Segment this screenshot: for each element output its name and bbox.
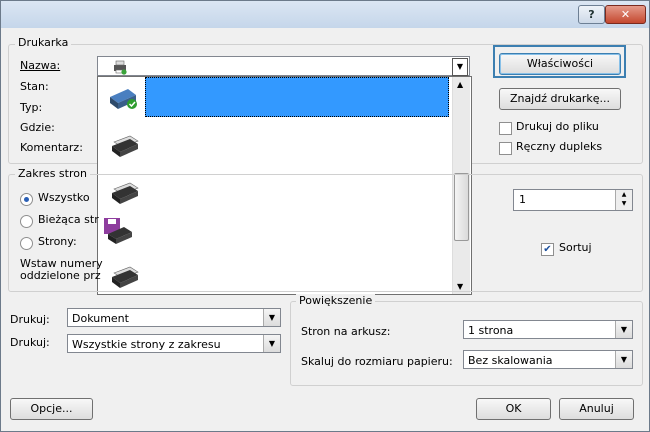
help-button[interactable]: ? [578, 5, 605, 24]
print-combo[interactable]: Wszystkie strony z zakresu ▼ [67, 334, 281, 353]
title-bar: ? ✕ [1, 1, 649, 28]
printer-icon [110, 89, 137, 109]
selection-highlight [145, 77, 449, 117]
options-button[interactable]: Opcje... [10, 398, 93, 420]
print-value: Wszystkie strony z zakresu [72, 338, 221, 351]
collate-checkbox[interactable]: ✔ [541, 243, 554, 256]
manual-duplex-checkbox[interactable] [499, 142, 512, 155]
copies-value: 1 [519, 193, 526, 206]
print-to-file-label: Drukuj do pliku [516, 120, 599, 133]
pages-per-sheet-value: 1 strona [468, 324, 514, 337]
all-pages-radio[interactable] [20, 193, 33, 206]
chevron-down-icon[interactable]: ▼ [263, 335, 280, 352]
print-label: Drukuj: [10, 336, 50, 349]
print-what-combo[interactable]: Dokument ▼ [67, 308, 281, 327]
spinner-arrows[interactable]: ▲ ▼ [615, 190, 632, 210]
close-button[interactable]: ✕ [605, 5, 646, 24]
printer-status-label: Stan: [20, 80, 49, 93]
print-dialog: ? ✕ Drukarka Nazwa: Stan: Typ: Gdzie: Ko… [0, 0, 650, 432]
printer-icon [114, 60, 127, 75]
current-page-radio[interactable] [20, 215, 33, 228]
zoom-group-title: Powiększenie [296, 294, 376, 307]
find-printer-button[interactable]: Znajdź drukarkę... [499, 88, 621, 110]
cancel-button[interactable]: Anuluj [559, 398, 634, 420]
scale-combo[interactable]: Bez skalowania ▼ [463, 350, 633, 369]
zoom-group [290, 301, 643, 386]
collate-label: Sortuj [559, 241, 592, 254]
chevron-down-icon[interactable]: ▼ [452, 58, 468, 76]
printer-list-item[interactable] [98, 126, 450, 166]
page-range-group-title: Zakres stron [15, 167, 90, 180]
print-what-label: Drukuj: [10, 313, 50, 326]
pages-per-sheet-combo[interactable]: 1 strona ▼ [463, 320, 633, 339]
printer-comment-label: Komentarz: [20, 141, 83, 154]
pages-radio[interactable] [20, 237, 33, 250]
printer-type-label: Typ: [20, 101, 43, 114]
pages-label: Strony: [38, 235, 77, 248]
scale-value: Bez skalowania [468, 354, 553, 367]
printer-name-combo[interactable]: ▼ [97, 56, 470, 76]
printer-list-item[interactable] [98, 77, 450, 117]
print-to-file-checkbox[interactable] [499, 122, 512, 135]
print-what-value: Dokument [72, 312, 129, 325]
printer-where-label: Gdzie: [20, 121, 55, 134]
all-pages-label: Wszystko [38, 191, 90, 204]
pages-per-sheet-label: Stron na arkusz: [301, 325, 391, 338]
current-page-label: Bieżąca str [38, 213, 99, 226]
scroll-up-arrow[interactable]: ▲ [457, 80, 463, 89]
scale-label: Skaluj do rozmiaru papieru: [301, 355, 453, 368]
printer-group-title: Drukarka [15, 36, 72, 49]
manual-duplex-label: Ręczny dupleks [516, 140, 603, 153]
copies-spinner[interactable]: 1 ▲ ▼ [513, 189, 633, 211]
page-range-help-line2: oddzielone prz [20, 269, 101, 282]
chevron-down-icon[interactable]: ▼ [615, 321, 632, 338]
printer-name-label: Nazwa: [20, 59, 61, 72]
chevron-down-icon[interactable]: ▼ [263, 309, 280, 326]
properties-button[interactable]: Właściwości [499, 53, 621, 75]
ok-button[interactable]: OK [476, 398, 551, 420]
chevron-down-icon[interactable]: ▼ [615, 351, 632, 368]
printer-icon [112, 135, 139, 157]
